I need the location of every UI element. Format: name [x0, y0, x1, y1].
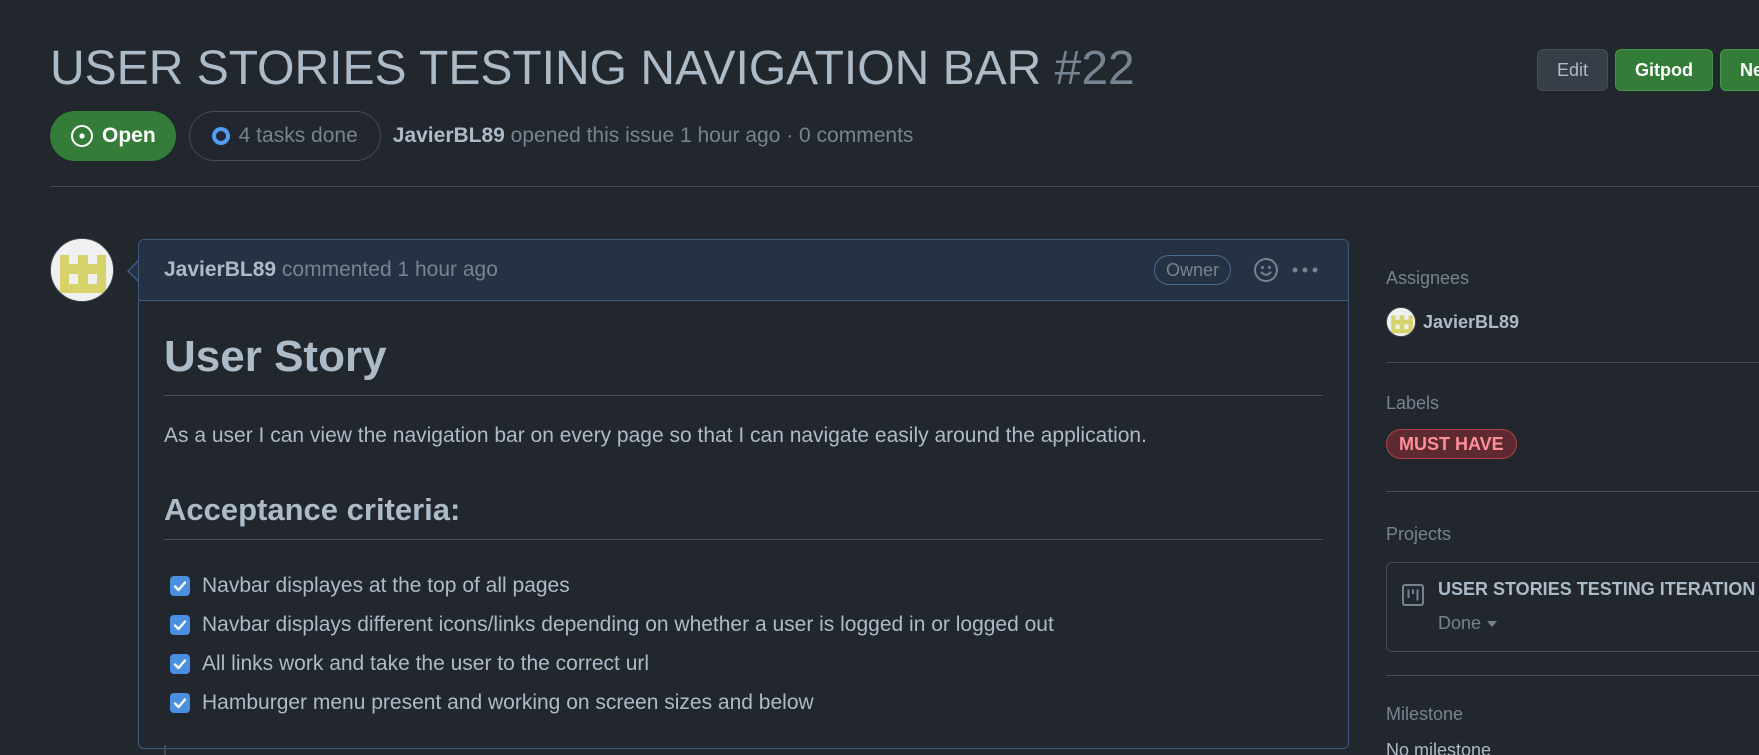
- timeline-line: [164, 745, 166, 755]
- edit-button[interactable]: Edit: [1537, 49, 1609, 91]
- add-reaction-icon[interactable]: [1253, 257, 1279, 283]
- avatar[interactable]: [50, 238, 114, 302]
- task-checkbox[interactable]: [170, 653, 190, 674]
- task-label: Hamburger menu present and working on sc…: [202, 690, 814, 714]
- identicon-icon: [1387, 308, 1415, 336]
- project-card[interactable]: USER STORIES TESTING ITERATION Done: [1386, 562, 1759, 652]
- task-label: Navbar displays different icons/links de…: [202, 612, 1054, 636]
- identicon-icon: [51, 239, 113, 301]
- assignees-section: Assignees JavierBL89: [1386, 266, 1759, 362]
- milestone-value: No milestone: [1386, 740, 1492, 755]
- comment-timestamp[interactable]: commented 1 hour ago: [276, 258, 498, 281]
- labels-title[interactable]: Labels: [1386, 391, 1759, 415]
- owner-badge: Owner: [1154, 255, 1232, 285]
- comment-author-link[interactable]: JavierBL89: [164, 258, 276, 281]
- task-list-item: Navbar displays different icons/links de…: [170, 605, 1323, 644]
- issue-state-label: Open: [102, 124, 156, 147]
- task-checkbox[interactable]: [170, 692, 190, 713]
- task-list-item: Navbar displayes at the top of all pages: [170, 566, 1323, 605]
- story-heading: User Story: [164, 329, 1323, 396]
- label-must-have[interactable]: MUST HAVE: [1386, 429, 1517, 459]
- task-label: Navbar displayes at the top of all pages: [202, 573, 570, 597]
- check-icon: [173, 619, 187, 630]
- issue-sidebar: Assignees JavierBL89 Labels MUST HAVE Pr…: [1386, 266, 1759, 755]
- task-label: All links work and take the user to the …: [202, 651, 650, 675]
- story-text: As a user I can view the navigation bar …: [164, 424, 1147, 447]
- project-name[interactable]: USER STORIES TESTING ITERATION: [1438, 579, 1755, 600]
- check-icon: [173, 658, 187, 669]
- issue-state-badge: Open: [50, 111, 176, 161]
- assignee-item[interactable]: JavierBL89: [1386, 307, 1759, 337]
- progress-ring-icon: [211, 127, 230, 145]
- issue-title-text: USER STORIES TESTING NAVIGATION BAR: [50, 42, 1042, 95]
- check-icon: [173, 580, 187, 591]
- assignee-name: JavierBL89: [1423, 311, 1520, 332]
- criteria-task-list: Navbar displayes at the top of all pages…: [164, 566, 1323, 722]
- issue-opened-text: opened this issue 1 hour ago · 0 comment…: [504, 124, 914, 147]
- task-checkbox[interactable]: [170, 614, 190, 635]
- project-status-value: Done: [1438, 613, 1482, 633]
- avatar: [1386, 307, 1416, 337]
- tasks-progress[interactable]: 4 tasks done: [188, 111, 381, 161]
- labels-section: Labels MUST HAVE: [1386, 363, 1759, 491]
- issue-number: #22: [1054, 42, 1135, 95]
- issue-opened-icon: [71, 125, 93, 147]
- tasks-progress-label: 4 tasks done: [238, 124, 358, 147]
- new-issue-button[interactable]: New issue: [1720, 49, 1759, 91]
- task-list-item: All links work and take the user to the …: [170, 644, 1323, 683]
- project-board-icon: [1402, 584, 1424, 606]
- assignees-title[interactable]: Assignees: [1386, 266, 1759, 290]
- projects-section: Projects USER STORIES TESTING ITERATION …: [1386, 492, 1759, 675]
- header-divider: [50, 186, 1759, 187]
- issue-page: USER STORIES TESTING NAVIGATION BAR #22 …: [0, 0, 1759, 755]
- check-icon: [173, 697, 187, 708]
- criteria-heading: Acceptance criteria:: [164, 490, 1323, 540]
- issue-comment: JavierBL89 commented 1 hour ago Owner Us…: [138, 239, 1349, 749]
- issue-title: USER STORIES TESTING NAVIGATION BAR #22: [50, 38, 1135, 100]
- issue-meta: Open 4 tasks done JavierBL89 opened this…: [50, 111, 913, 161]
- projects-title[interactable]: Projects: [1386, 522, 1759, 546]
- comment-meta: JavierBL89 commented 1 hour ago: [164, 258, 498, 282]
- gitpod-button[interactable]: Gitpod: [1615, 49, 1714, 91]
- chevron-down-icon: [1487, 620, 1498, 627]
- comment-body: User Story As a user I can view the navi…: [139, 329, 1348, 722]
- issue-author-link[interactable]: JavierBL89: [393, 124, 505, 147]
- kebab-menu-icon[interactable]: [1291, 260, 1319, 280]
- milestone-title[interactable]: Milestone: [1386, 702, 1759, 726]
- task-list-item: Hamburger menu present and working on sc…: [170, 683, 1323, 722]
- project-status-select[interactable]: Done: [1438, 613, 1498, 634]
- header-actions: Edit Gitpod New issue: [1537, 49, 1759, 91]
- issue-opened-meta: JavierBL89 opened this issue 1 hour ago …: [393, 124, 914, 148]
- milestone-section: Milestone No milestone: [1386, 676, 1759, 755]
- comment-header: JavierBL89 commented 1 hour ago Owner: [139, 240, 1348, 301]
- task-checkbox[interactable]: [170, 575, 190, 596]
